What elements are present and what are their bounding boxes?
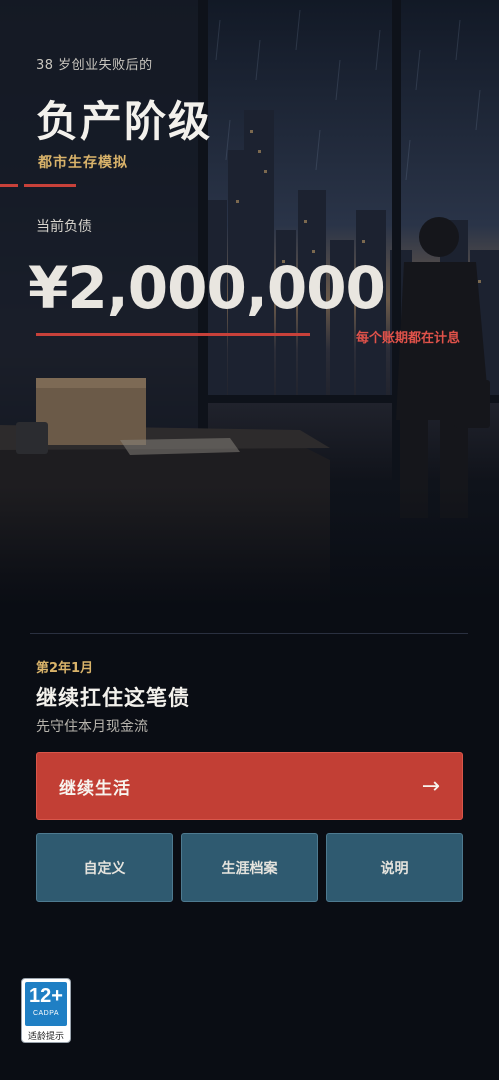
career-archive-button[interactable]: 生涯档案 bbox=[181, 833, 318, 902]
section-divider bbox=[30, 633, 468, 634]
game-title: 负产阶级 bbox=[36, 97, 213, 146]
age-rating-tip: 适龄提示 bbox=[27, 1032, 64, 1042]
debt-underline bbox=[36, 333, 310, 336]
game-subtitle: 都市生存模拟 bbox=[38, 155, 128, 171]
continue-life-label: 继续生活 bbox=[59, 778, 131, 799]
customize-button[interactable]: 自定义 bbox=[36, 833, 173, 902]
age-rating-org: CADPA bbox=[32, 1010, 60, 1017]
arrow-right-icon: → bbox=[421, 773, 440, 799]
age-rating-number: 12+ bbox=[29, 985, 63, 1007]
age-rating-badge: 12+ CADPA 适龄提示 bbox=[21, 978, 71, 1043]
turn-title: 继续扛住这笔债 bbox=[36, 686, 190, 710]
continue-life-button[interactable]: 继续生活 → bbox=[36, 752, 463, 820]
accent-line bbox=[24, 184, 76, 187]
turn-subtitle: 先守住本月现金流 bbox=[36, 719, 148, 735]
accent-line bbox=[0, 184, 18, 187]
debt-label: 当前负债 bbox=[36, 219, 92, 235]
turn-date: 第2年1月 bbox=[36, 661, 94, 676]
hero-fade bbox=[0, 486, 499, 606]
debt-amount: ¥2,000,000 bbox=[28, 254, 386, 322]
instructions-button[interactable]: 说明 bbox=[326, 833, 463, 902]
interest-note: 每个账期都在计息 bbox=[356, 331, 461, 346]
hero-kicker: 38 岁创业失败后的 bbox=[36, 58, 153, 73]
